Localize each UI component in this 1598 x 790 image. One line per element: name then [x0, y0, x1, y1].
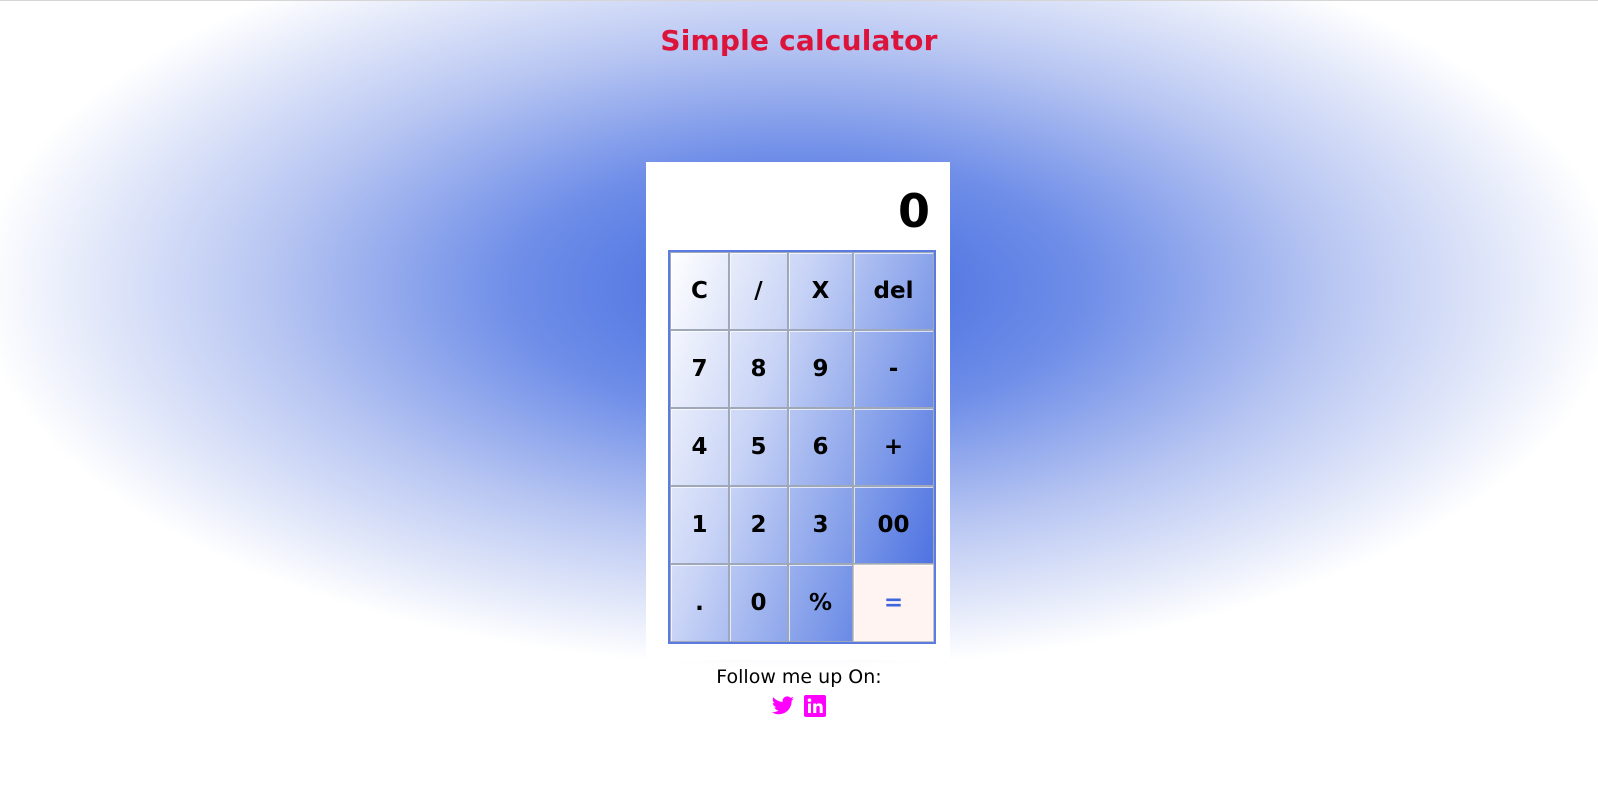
linkedin-icon[interactable] — [803, 694, 827, 718]
top-border — [0, 0, 1598, 1]
delete-button[interactable]: del — [853, 252, 934, 330]
digit-4-button[interactable]: 4 — [670, 408, 729, 486]
page-title: Simple calculator — [660, 24, 938, 57]
add-button[interactable]: + — [853, 408, 934, 486]
clear-button[interactable]: C — [670, 252, 729, 330]
digit-8-button[interactable]: 8 — [729, 330, 788, 408]
digit-7-button[interactable]: 7 — [670, 330, 729, 408]
follow-text: Follow me up On: — [716, 666, 882, 688]
twitter-icon[interactable] — [771, 694, 795, 718]
digit-9-button[interactable]: 9 — [788, 330, 853, 408]
digit-1-button[interactable]: 1 — [670, 486, 729, 564]
equals-button[interactable]: = — [853, 564, 934, 642]
digit-3-button[interactable]: 3 — [788, 486, 853, 564]
subtract-button[interactable]: - — [853, 330, 934, 408]
double-zero-button[interactable]: 00 — [853, 486, 934, 564]
keypad: C / X del 7 8 9 - 4 5 6 + 1 2 3 00 . 0 %… — [668, 250, 936, 644]
calculator-display: 0 — [897, 184, 930, 238]
social-links — [0, 694, 1598, 718]
digit-2-button[interactable]: 2 — [729, 486, 788, 564]
digit-6-button[interactable]: 6 — [788, 408, 853, 486]
multiply-button[interactable]: X — [788, 252, 853, 330]
digit-5-button[interactable]: 5 — [729, 408, 788, 486]
digit-0-button[interactable]: 0 — [729, 564, 788, 642]
decimal-button[interactable]: . — [670, 564, 729, 642]
calculator: 0 C / X del 7 8 9 - 4 5 6 + 1 2 3 00 . 0… — [646, 162, 950, 660]
divide-button[interactable]: / — [729, 252, 788, 330]
percent-button[interactable]: % — [788, 564, 853, 642]
